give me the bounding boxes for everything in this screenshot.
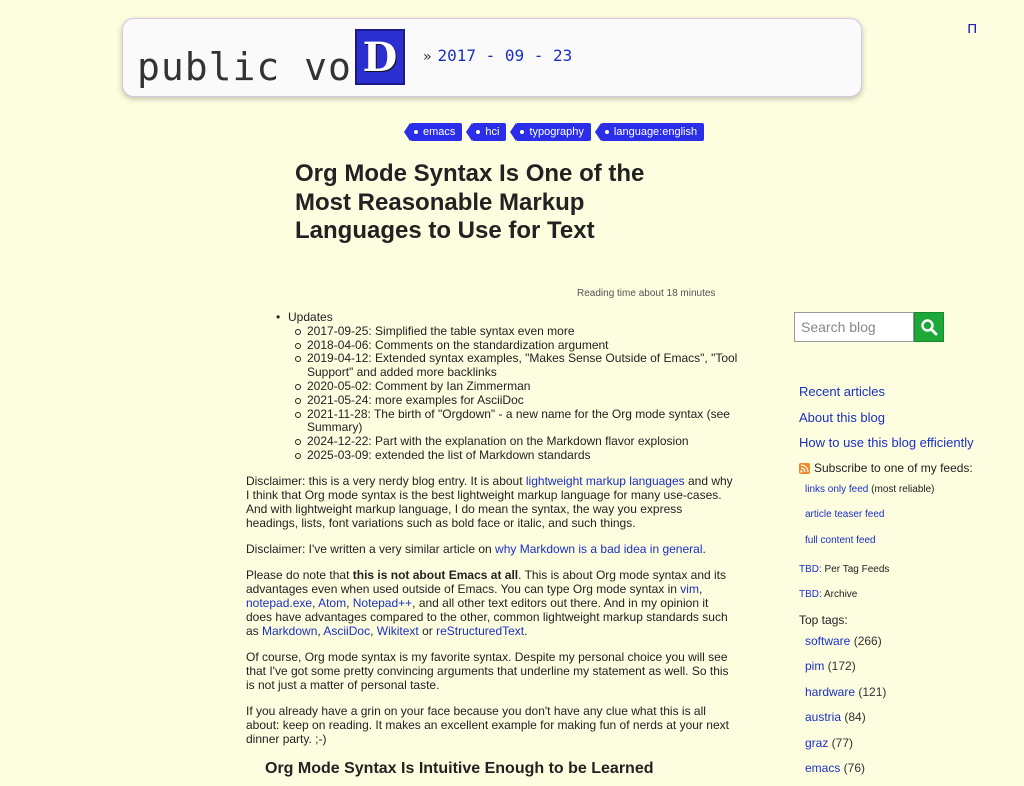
top-tags-label: Top tags:	[799, 613, 848, 627]
tag-language-english[interactable]: language:english	[594, 123, 705, 141]
feed-item: links only feed (most reliable)	[805, 484, 935, 509]
text: or	[418, 624, 437, 638]
feed-link-links-only[interactable]: links only feed	[805, 484, 868, 495]
search-input[interactable]	[794, 312, 914, 342]
feed-link-article-teaser[interactable]: article teaser feed	[805, 509, 885, 520]
bold-text: this is not about Emacs at all	[352, 568, 519, 582]
text: .	[702, 542, 706, 556]
top-tag-count: (77)	[828, 735, 854, 750]
top-tag-item: software (266)	[805, 634, 886, 659]
rss-icon	[799, 462, 810, 474]
top-tag-link[interactable]: pim	[805, 659, 824, 673]
tbd-text: Archive	[821, 589, 858, 600]
link-markdown[interactable]: Markdown	[262, 624, 317, 638]
feed-item: article teaser feed	[805, 509, 935, 534]
sidebar-item-recent-articles[interactable]: Recent articles	[799, 384, 974, 410]
update-item: 2020-05-02: Comment by Ian Zimmerman	[295, 379, 746, 394]
text: .	[524, 624, 528, 638]
top-tag-count: (172)	[824, 659, 856, 674]
link-wikitext[interactable]: Wikitext	[377, 624, 419, 638]
article-date: » 2017 - 09 - 23	[423, 46, 572, 65]
logo-d-icon[interactable]: D	[355, 29, 405, 85]
update-item: 2024-12-22: Part with the explanation on…	[295, 434, 746, 449]
top-tag-link[interactable]: austria	[805, 710, 841, 724]
logo-letter: D	[362, 33, 398, 81]
text: Please do note that	[246, 568, 353, 582]
feeds-heading-text: Subscribe to one of my feeds:	[814, 461, 973, 475]
feed-item: full content feed	[805, 535, 935, 560]
link-notepadpp[interactable]: Notepad++	[353, 596, 412, 610]
search-box	[794, 312, 944, 342]
text: Disclaimer: this is a very nerdy blog en…	[246, 474, 526, 488]
link-lightweight-markup[interactable]: lightweight markup languages	[526, 474, 685, 488]
feed-link-full-content[interactable]: full content feed	[805, 535, 876, 546]
sidebar-item-about[interactable]: About this blog	[799, 410, 974, 436]
article-title: Org Mode Syntax Is One of the Most Reaso…	[295, 160, 645, 244]
feed-note: (most reliable)	[868, 484, 935, 495]
corner-glyph[interactable]: п	[967, 18, 977, 37]
update-item: 2021-05-24: more examples for AsciiDoc	[295, 393, 746, 408]
tbd-label: TBD:	[799, 564, 822, 575]
paragraph: If you already have a grin on your face …	[246, 704, 729, 746]
top-tag-count: (121)	[855, 684, 887, 699]
link-restructuredtext[interactable]: reStructuredText	[436, 624, 524, 638]
top-tag-link[interactable]: graz	[805, 736, 828, 750]
update-item: 2021-11-28: The birth of "Orgdown" - a n…	[295, 407, 746, 436]
top-tag-link[interactable]: software	[805, 634, 850, 648]
link-why-markdown[interactable]: why Markdown is a bad idea in general	[495, 542, 702, 556]
search-button[interactable]	[914, 312, 944, 342]
reading-time: Reading time about 18 minutes	[577, 288, 716, 299]
tag-hci[interactable]: hci	[466, 123, 507, 141]
update-item: 2025-03-09: extended the list of Markdow…	[295, 448, 746, 463]
tbd-archive: TBD: Archive	[799, 589, 857, 600]
update-item: 2018-04-06: Comments on the standardizat…	[295, 338, 746, 353]
updates-label: Updates	[288, 310, 333, 324]
update-item: 2017-09-25: Simplified the table syntax …	[295, 324, 746, 339]
link-notepad[interactable]: notepad.exe	[246, 596, 312, 610]
tbd-per-tag-feeds: TBD: Per Tag Feeds	[799, 564, 889, 575]
top-tag-item: emacs (76)	[805, 761, 886, 786]
sidebar-links: Recent articles About this blog How to u…	[799, 384, 974, 461]
site-title[interactable]: public voi	[137, 45, 376, 89]
search-icon	[921, 319, 938, 336]
tbd-text: Per Tag Feeds	[821, 564, 890, 575]
tag-emacs[interactable]: emacs	[403, 123, 463, 141]
link-asciidoc[interactable]: AsciiDoc	[323, 624, 370, 638]
feed-list: links only feed (most reliable) article …	[805, 484, 935, 560]
tbd-label: TBD:	[799, 589, 822, 600]
article-body: Disclaimer: this is a very nerdy blog en…	[246, 474, 736, 758]
top-tag-count: (266)	[850, 634, 882, 648]
updates-list: • Updates 2017-09-25: Simplified the tabl…	[276, 310, 746, 463]
text: ,	[698, 582, 703, 596]
paragraph: Disclaimer: I've written a very similar …	[246, 542, 736, 556]
link-atom[interactable]: Atom	[318, 596, 346, 610]
raquo-glyph: »	[423, 49, 432, 65]
paragraph: Of course, Org mode syntax is my favorit…	[246, 650, 729, 692]
tag-list: emacs hci typography language:english	[403, 123, 705, 141]
top-tag-item: hardware (121)	[805, 685, 886, 710]
bullet-icon: •	[276, 310, 281, 324]
link-vim[interactable]: vim	[680, 582, 699, 596]
top-tag-item: pim (172)	[805, 659, 886, 684]
text: Disclaimer: I've written a very similar …	[246, 542, 496, 556]
text: ,	[346, 596, 353, 610]
top-tag-item: austria (84)	[805, 710, 886, 735]
sidebar-item-how-to-use[interactable]: How to use this blog efficiently	[799, 435, 974, 461]
top-tag-count: (84)	[841, 710, 866, 725]
top-tag-item: graz (77)	[805, 736, 886, 761]
feeds-heading: Subscribe to one of my feeds:	[799, 461, 973, 475]
text: ,	[370, 624, 377, 638]
top-tags-list: software (266) pim (172) hardware (121) …	[805, 634, 886, 786]
update-item: 2019-04-12: Extended syntax examples, "M…	[295, 352, 746, 380]
section-heading: Org Mode Syntax Is Intuitive Enough to b…	[265, 760, 654, 777]
date-link[interactable]: 2017 - 09 - 23	[437, 46, 572, 65]
site-header: public voi D » 2017 - 09 - 23	[122, 18, 862, 97]
paragraph: Disclaimer: this is a very nerdy blog en…	[246, 474, 736, 530]
tag-typography[interactable]: typography	[510, 123, 591, 141]
top-tag-link[interactable]: hardware	[805, 685, 855, 699]
paragraph: Please do note that this is not about Em…	[246, 568, 736, 638]
